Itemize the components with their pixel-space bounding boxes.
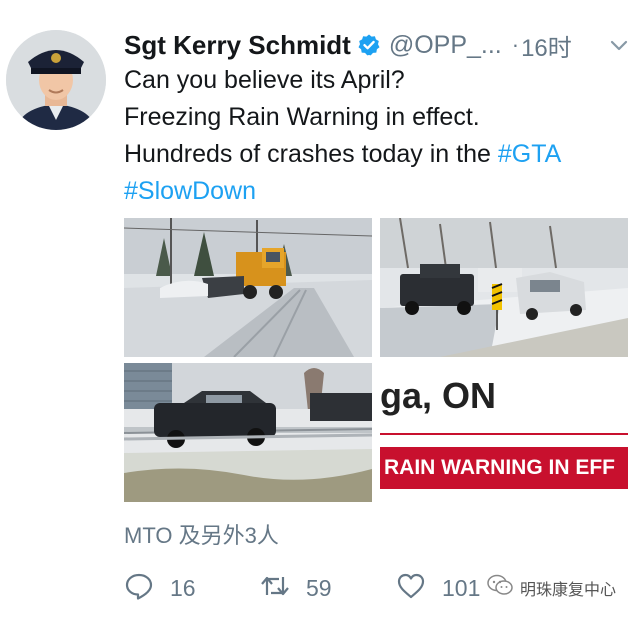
news-divider	[380, 433, 628, 435]
photo-car-ditch[interactable]	[124, 363, 372, 502]
tweet-line-text: Hundreds of crashes today in the	[124, 140, 491, 168]
wechat-icon	[486, 574, 520, 601]
retweeted-by-text[interactable]: MTO 及另外3人	[124, 518, 279, 550]
news-graphic[interactable]: ga, ON RAIN WARNING IN EFF	[380, 363, 628, 502]
author-handle[interactable]: @OPP_...	[389, 31, 502, 60]
retweet-icon	[260, 571, 290, 606]
retweet-count: 59	[306, 574, 332, 601]
action-bar: 16 59 101 明珠康复中心	[124, 568, 630, 608]
retweet-button[interactable]: 59	[260, 568, 332, 608]
reply-count: 16	[170, 574, 196, 601]
avatar[interactable]	[6, 30, 106, 130]
like-icon	[396, 571, 426, 606]
like-button[interactable]: 101	[396, 568, 480, 608]
watermark: 明珠康复中心	[486, 574, 616, 601]
tweet-timestamp[interactable]: 16时	[521, 28, 572, 63]
media-grid: ga, ON RAIN WARNING IN EFF	[124, 218, 628, 502]
author-name[interactable]: Sgt Kerry Schmidt	[124, 30, 351, 61]
news-banner-text: RAIN WARNING IN EFF	[384, 456, 615, 479]
tweet-line: #SlowDown	[124, 173, 624, 210]
news-banner: RAIN WARNING IN EFF	[380, 447, 628, 489]
hashtag-link[interactable]: #SlowDown	[124, 177, 256, 205]
separator-dot: ·	[511, 32, 520, 57]
photo-crashed-cars[interactable]	[380, 218, 628, 357]
reply-button[interactable]: 16	[124, 568, 196, 608]
news-location-text: ga, ON	[380, 375, 497, 416]
chevron-down-icon[interactable]	[608, 34, 630, 56]
photo-snowplow[interactable]	[124, 218, 372, 357]
tweet-header: Sgt Kerry Schmidt @OPP_... · 16时	[124, 28, 630, 62]
tweet-text: Can you believe its April? Freezing Rain…	[124, 62, 624, 210]
hashtag-link[interactable]: #GTA	[498, 140, 561, 168]
watermark-text: 明珠康复中心	[520, 581, 617, 599]
tweet-line: Hundreds of crashes today in the #GTA	[124, 136, 624, 173]
verified-badge-icon	[357, 33, 381, 57]
tweet-line: Can you believe its April?	[124, 66, 405, 94]
tweet-line: Freezing Rain Warning in effect.	[124, 103, 480, 131]
reply-icon	[124, 571, 154, 606]
like-count: 101	[442, 574, 481, 601]
